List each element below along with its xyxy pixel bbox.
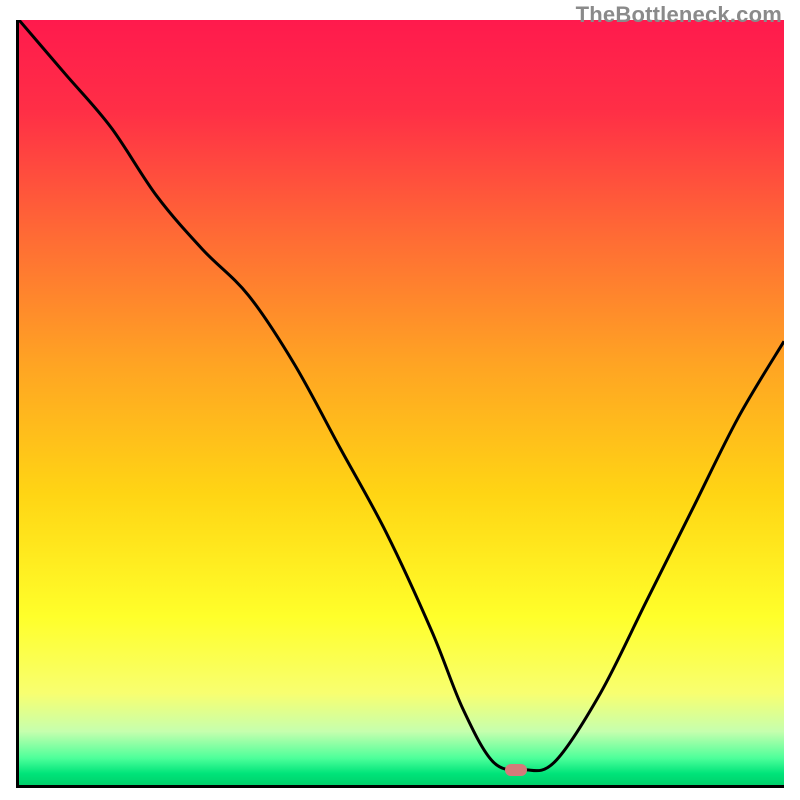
watermark-text: TheBottleneck.com (576, 2, 782, 28)
bottleneck-curve (19, 20, 784, 771)
curve-layer (19, 20, 784, 785)
plot-area (16, 20, 784, 788)
optimum-marker (505, 764, 527, 776)
